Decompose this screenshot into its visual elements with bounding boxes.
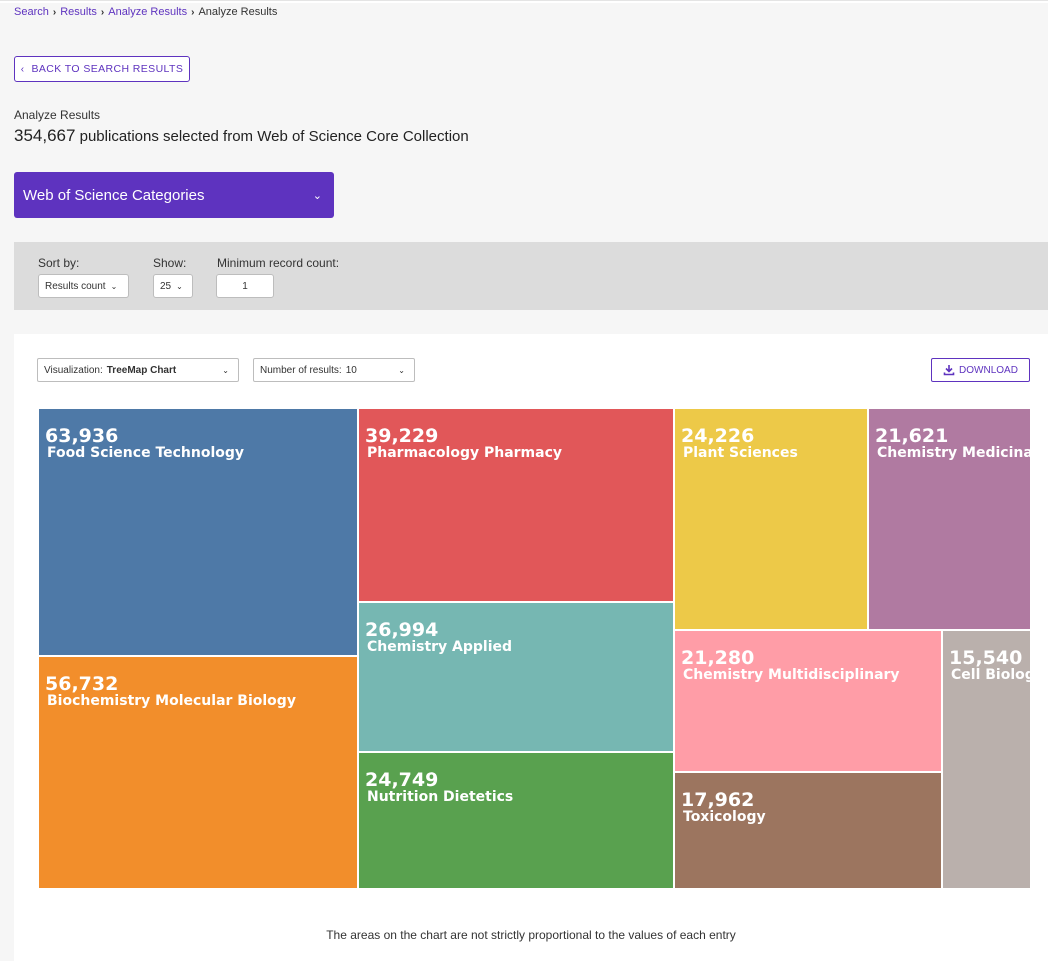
treemap-cell[interactable]: 24,226 Plant Sciences — [674, 408, 868, 630]
treemap-cell-value: 15,540 — [949, 647, 1023, 669]
page-subtitle: Analyze Results — [14, 108, 101, 122]
treemap-cell-value: 17,962 — [681, 789, 755, 811]
treemap-cell[interactable]: 24,749 Nutrition Dietetics — [358, 752, 674, 888]
chevron-down-icon: ⌄ — [398, 365, 405, 375]
chevron-right-icon: › — [100, 6, 105, 18]
chevron-down-icon: ⌄ — [222, 365, 229, 375]
back-to-search-results-button[interactable]: ‹ BACK TO SEARCH RESULTS — [14, 56, 190, 82]
treemap-cell-label: Nutrition Dietetics — [367, 789, 514, 805]
top-border — [0, 0, 1048, 3]
treemap-cell-label: Chemistry Medicinal — [877, 445, 1030, 461]
breadcrumb: Search › Results › Analyze Results › Ana… — [14, 6, 277, 18]
sort-by-dropdown[interactable]: Results count ⌄ — [38, 274, 129, 298]
number-of-results-label: Number of results: — [260, 364, 342, 376]
treemap-cell-label: Chemistry Multidisciplinary — [683, 667, 900, 683]
number-of-results-value: 10 — [345, 364, 357, 376]
chevron-left-icon: ‹ — [20, 63, 25, 75]
treemap-cell[interactable]: 21,621 Chemistry Medicinal — [868, 408, 1030, 630]
treemap-cell[interactable]: 26,994 Chemistry Applied — [358, 602, 674, 752]
treemap-chart: 63,936 Food Science Technology 56,732 Bioch… — [38, 408, 1030, 888]
chevron-right-icon: › — [191, 6, 195, 18]
treemap-cell[interactable]: 15,540Cell Biology — [942, 630, 1030, 888]
sort-by-label: Sort by: — [38, 256, 80, 270]
chevron-down-icon: ⌄ — [176, 281, 183, 291]
publication-description: publications selected from Web of Scienc… — [79, 128, 469, 145]
treemap-cell-label: Plant Sciences — [683, 445, 798, 461]
analyze-field-dropdown[interactable]: Web of Science Categories ⌄ — [14, 172, 334, 218]
show-label: Show: — [153, 256, 187, 270]
treemap-cell-label: Biochemistry Molecular Biology — [47, 693, 296, 709]
chart-card: Visualization: TreeMap Chart ⌄ Number of… — [14, 334, 1048, 961]
treemap-cell-value: 39,229 — [365, 425, 439, 447]
treemap-cell-label: Pharmacology Pharmacy — [367, 445, 563, 461]
chart-footnote: The areas on the chart are not strictly … — [326, 928, 736, 942]
analyze-field-value: Web of Science Categories — [23, 186, 205, 204]
filter-bar: Sort by: Results count ⌄ Show: 25 ⌄ Mini… — [14, 242, 1048, 310]
download-button[interactable]: DOWNLOAD — [931, 358, 1030, 382]
publication-count: 354,667 — [14, 126, 76, 145]
sort-by-value: Results count — [45, 280, 106, 292]
treemap-cell-label: Cell Biology — [951, 667, 1030, 683]
download-icon — [943, 365, 955, 376]
treemap-cell-label: Chemistry Applied — [367, 639, 513, 655]
treemap-cell-label: Toxicology — [683, 809, 766, 825]
treemap-cell[interactable]: 39,229 Pharmacology Pharmacy — [358, 408, 674, 602]
breadcrumb-search[interactable]: Search — [14, 6, 49, 18]
download-label: DOWNLOAD — [959, 364, 1018, 376]
treemap-cell-value: 24,226 — [681, 425, 755, 447]
number-of-results-dropdown[interactable]: Number of results: 10 ⌄ — [253, 358, 415, 382]
visualization-label: Visualization: — [44, 364, 103, 376]
page-title: 354,667 publications selected from Web o… — [14, 126, 469, 146]
show-count-value: 25 — [160, 280, 172, 292]
treemap-cell-value: 21,621 — [875, 425, 949, 447]
back-button-label: BACK TO SEARCH RESULTS — [31, 63, 184, 75]
visualization-dropdown[interactable]: Visualization: TreeMap Chart ⌄ — [37, 358, 239, 382]
breadcrumb-current: Analyze Results — [198, 6, 278, 18]
treemap-cell-value: 56,732 — [45, 673, 119, 695]
visualization-value: TreeMap Chart — [106, 364, 177, 376]
chevron-right-icon: › — [52, 6, 57, 18]
minimum-record-count-input[interactable] — [216, 274, 274, 298]
treemap-cell-value: 21,280 — [681, 647, 755, 669]
treemap-cell-value: 63,936 — [45, 425, 119, 447]
treemap-cell[interactable]: 56,732 Biochemistry Molecular Biology — [38, 656, 358, 888]
chevron-down-icon: ⌄ — [312, 189, 322, 202]
show-count-dropdown[interactable]: 25 ⌄ — [153, 274, 193, 298]
treemap-cell-value: 24,749 — [365, 769, 439, 791]
treemap-cell-label: Food Science Technology — [47, 445, 245, 461]
breadcrumb-results[interactable]: Results — [60, 6, 97, 18]
breadcrumb-analyze-results[interactable]: Analyze Results — [108, 6, 187, 18]
chevron-down-icon: ⌄ — [110, 281, 118, 291]
minimum-record-count-label: Minimum record count: — [217, 256, 340, 270]
treemap-cell-value: 26,994 — [365, 619, 439, 641]
treemap-cell[interactable]: 63,936 Food Science Technology — [38, 408, 358, 656]
treemap-cell[interactable]: 21,280 Chemistry Multidisciplinary — [674, 630, 942, 772]
treemap-cell[interactable]: 17,962 Toxicology — [674, 772, 942, 888]
